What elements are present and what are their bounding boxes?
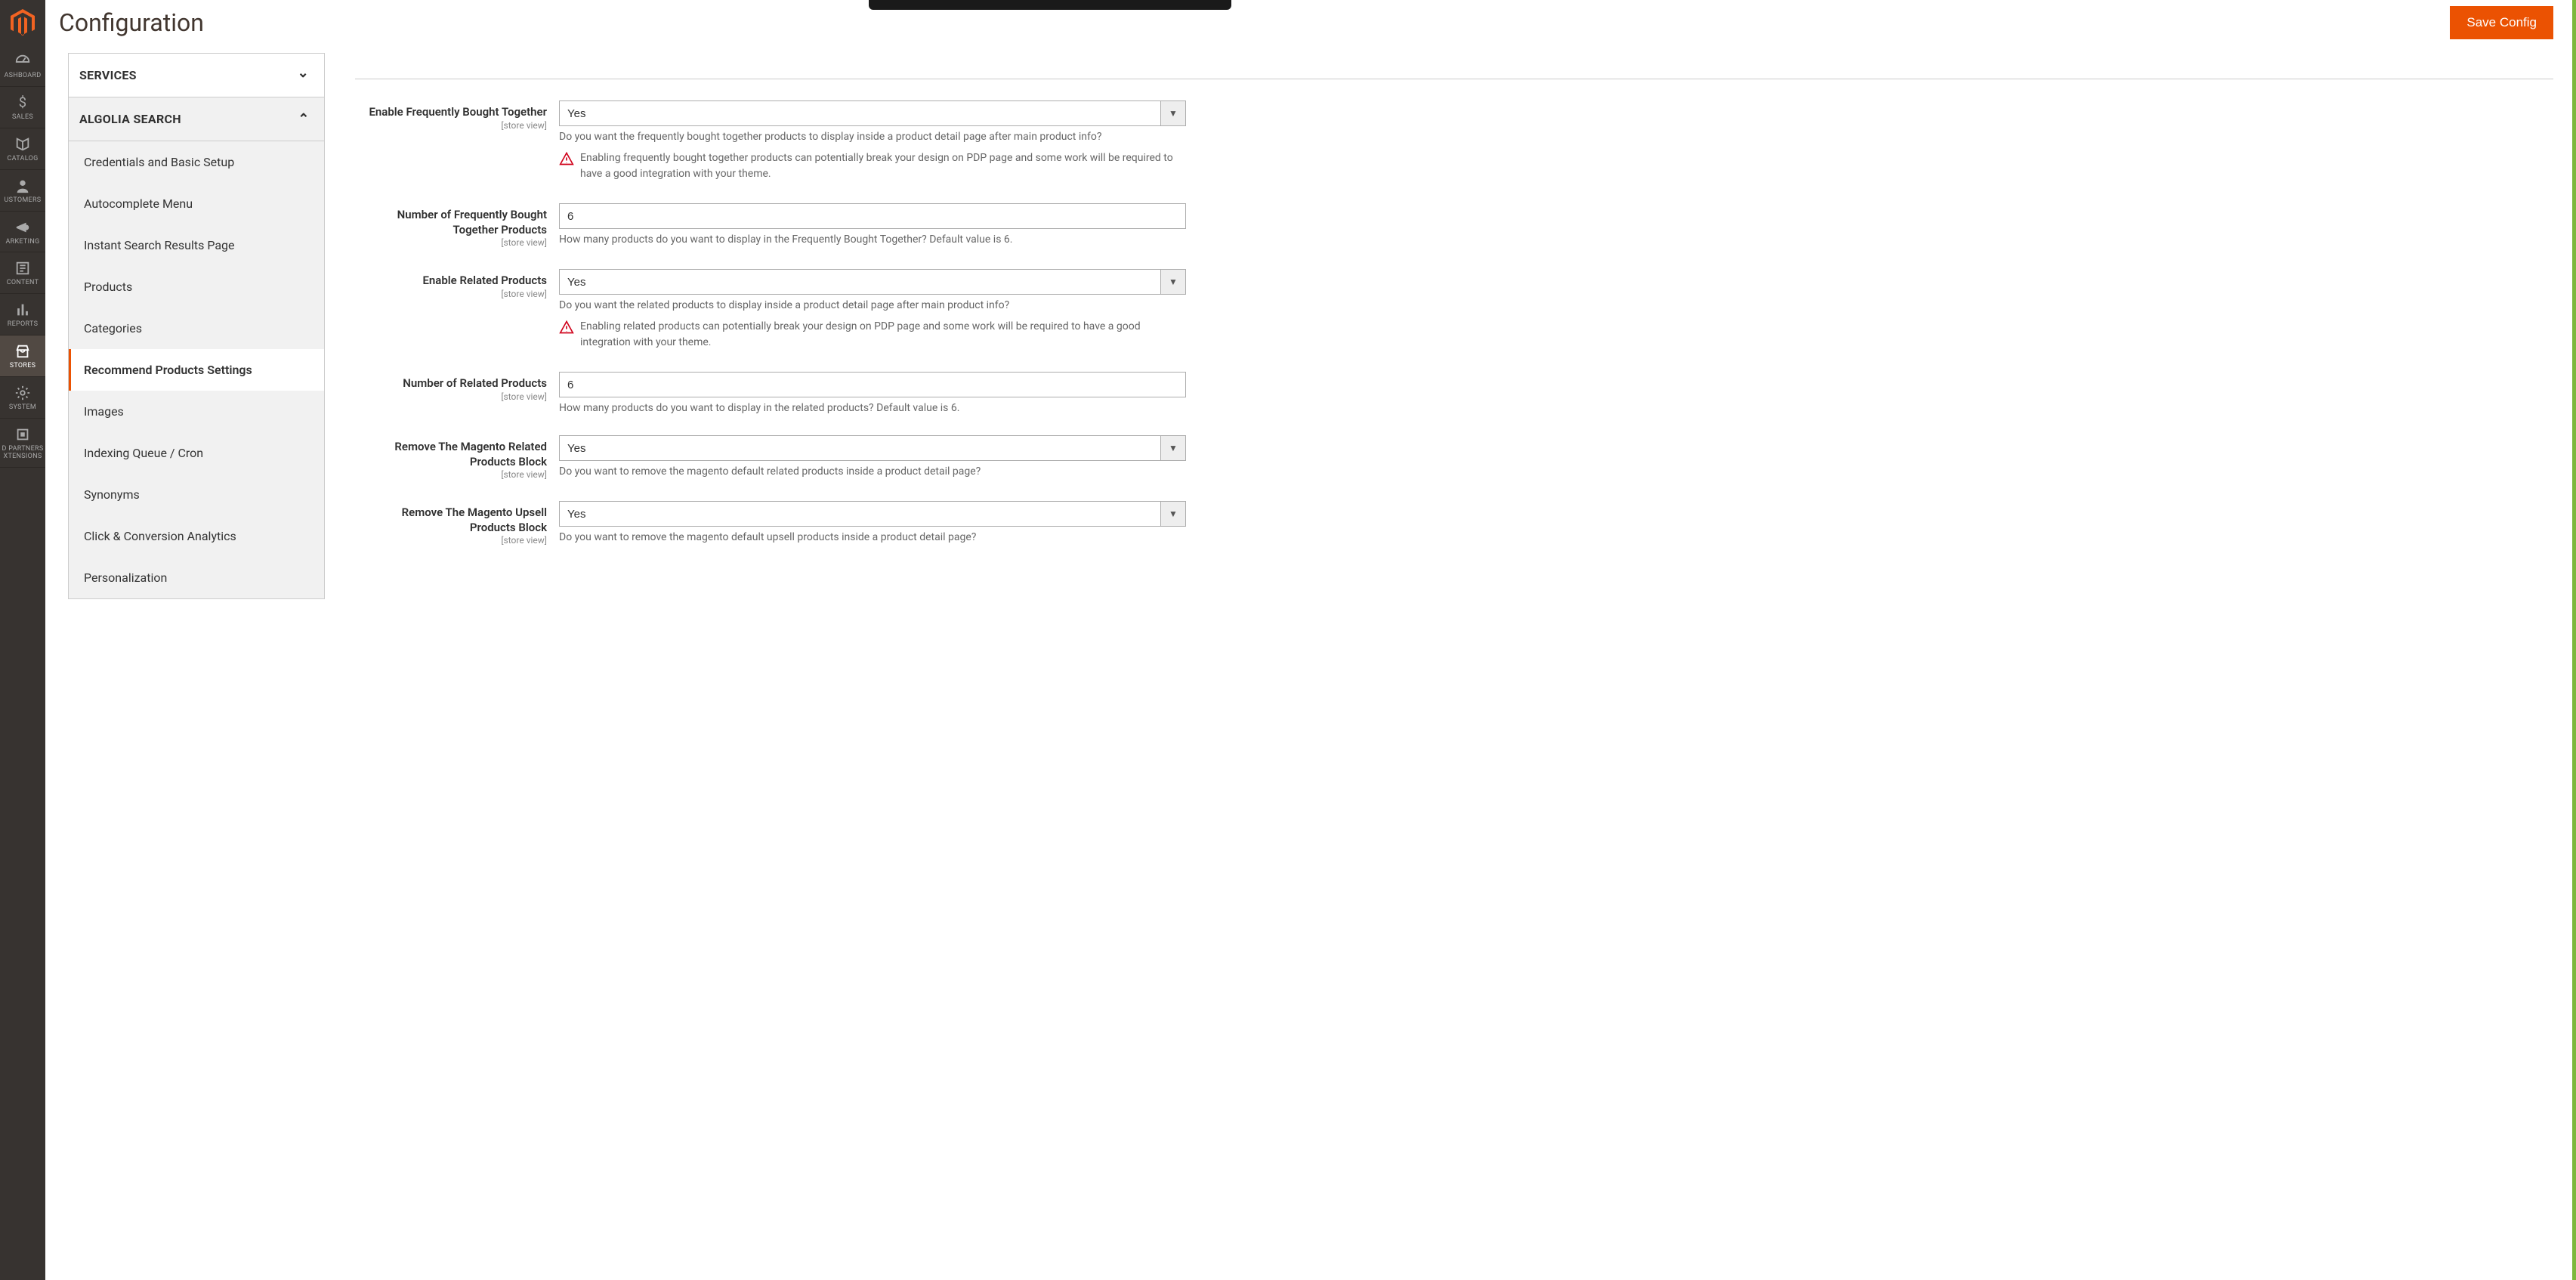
config-sidebar: SERVICES ALGOLIA SEARCH Credentials and … (45, 53, 325, 1280)
nav-label: SALES (12, 114, 33, 122)
section-algolia-body: Credentials and Basic SetupAutocomplete … (68, 141, 325, 599)
section-algolia-label: ALGOLIA SEARCH (79, 112, 181, 126)
nav-label: STORES (10, 363, 36, 370)
warning-triangle-icon (559, 320, 574, 335)
chevron-down-icon (298, 67, 309, 83)
nav-label: USTOMERS (5, 197, 42, 205)
help-num-related: How many products do you want to display… (559, 402, 1186, 414)
partners-icon (14, 426, 31, 443)
nav-dashboard[interactable]: ASHBOARD (0, 45, 45, 87)
input-num-related[interactable] (559, 372, 1186, 397)
sidebar-item-credentials-and-basic-setup[interactable]: Credentials and Basic Setup (69, 141, 324, 183)
nav-reports[interactable]: REPORTS (0, 294, 45, 335)
warning-triangle-icon (559, 151, 574, 166)
stores-icon (14, 343, 31, 360)
select-remove-upsell[interactable]: Yes (559, 501, 1160, 527)
magento-logo[interactable] (0, 0, 45, 45)
help-enable-fbt: Do you want the frequently bought togeth… (559, 131, 1186, 143)
sidebar-item-products[interactable]: Products (69, 266, 324, 308)
nav-label: SYSTEM (9, 404, 36, 412)
scope-num-fbt: [store view] (355, 237, 547, 248)
select-arrow-icon: ▼ (1160, 501, 1186, 527)
reports-icon (14, 301, 31, 318)
section-algolia[interactable]: ALGOLIA SEARCH (68, 97, 325, 141)
sales-icon: $ (14, 94, 31, 111)
sidebar-item-indexing-queue-cron[interactable]: Indexing Queue / Cron (69, 432, 324, 474)
label-enable-fbt: Enable Frequently Bought Together (355, 105, 547, 120)
help-enable-related: Do you want the related products to disp… (559, 299, 1186, 311)
dashboard-icon (14, 53, 31, 70)
page-header: Configuration Save Config (45, 0, 2576, 53)
system-icon (14, 385, 31, 401)
scope-remove-upsell: [store view] (355, 535, 547, 546)
sidebar-item-instant-search-results-page[interactable]: Instant Search Results Page (69, 224, 324, 266)
nav-label: ARKETING (5, 239, 39, 246)
nav-marketing[interactable]: ARKETING (0, 212, 45, 253)
catalog-icon (14, 136, 31, 153)
select-arrow-icon: ▼ (1160, 435, 1186, 461)
warning-enable-related: Enabling related products can potentiall… (559, 319, 1186, 351)
nav-content[interactable]: CONTENT (0, 252, 45, 294)
marketing-icon (14, 219, 31, 236)
help-num-fbt: How many products do you want to display… (559, 233, 1186, 246)
nav-partners[interactable]: D PARTNERS XTENSIONS (0, 419, 45, 468)
warning-text: Enabling frequently bought together prod… (580, 150, 1186, 182)
section-services[interactable]: SERVICES (68, 53, 325, 97)
sidebar-item-synonyms[interactable]: Synonyms (69, 474, 324, 515)
scope-enable-related: [store view] (355, 289, 547, 299)
label-num-fbt: Number of Frequently Bought Together Pro… (355, 208, 547, 237)
scope-enable-fbt: [store view] (355, 120, 547, 131)
video-overlay-strip (869, 0, 1231, 10)
label-enable-related: Enable Related Products (355, 274, 547, 289)
chevron-up-icon (298, 111, 309, 127)
nav-label: CONTENT (7, 280, 39, 287)
label-remove-related: Remove The Magento Related Products Bloc… (355, 440, 547, 469)
nav-stores[interactable]: STORES (0, 335, 45, 377)
page-title: Configuration (59, 8, 204, 37)
label-remove-upsell: Remove The Magento Upsell Products Block (355, 506, 547, 535)
select-arrow-icon: ▼ (1160, 100, 1186, 126)
label-num-related: Number of Related Products (355, 376, 547, 391)
save-config-button[interactable]: Save Config (2450, 6, 2553, 39)
nav-label: CATALOG (7, 156, 38, 163)
window-edge (2572, 0, 2576, 1280)
select-enable-fbt[interactable]: Yes (559, 100, 1160, 126)
help-remove-related: Do you want to remove the magento defaul… (559, 465, 1186, 478)
svg-text:$: $ (19, 94, 27, 110)
sidebar-item-images[interactable]: Images (69, 391, 324, 432)
nav-customers[interactable]: USTOMERS (0, 170, 45, 212)
nav-label: REPORTS (8, 321, 38, 329)
select-enable-related[interactable]: Yes (559, 269, 1160, 295)
sidebar-item-recommend-products-settings[interactable]: Recommend Products Settings (69, 349, 324, 391)
sidebar-item-autocomplete-menu[interactable]: Autocomplete Menu (69, 183, 324, 224)
scope-num-related: [store view] (355, 391, 547, 402)
nav-sales[interactable]: $ SALES (0, 87, 45, 128)
select-arrow-icon: ▼ (1160, 269, 1186, 295)
nav-catalog[interactable]: CATALOG (0, 128, 45, 170)
nav-label: ASHBOARD (4, 73, 41, 80)
select-remove-related[interactable]: Yes (559, 435, 1160, 461)
customers-icon (14, 178, 31, 194)
sidebar-item-personalization[interactable]: Personalization (69, 557, 324, 598)
scope-remove-related: [store view] (355, 469, 547, 480)
input-num-fbt[interactable] (559, 203, 1186, 229)
warning-enable-fbt: Enabling frequently bought together prod… (559, 150, 1186, 182)
nav-system[interactable]: SYSTEM (0, 377, 45, 419)
sidebar-item-click-conversion-analytics[interactable]: Click & Conversion Analytics (69, 515, 324, 557)
nav-label: D PARTNERS XTENSIONS (0, 446, 45, 461)
sidebar-item-categories[interactable]: Categories (69, 308, 324, 349)
admin-left-nav: ASHBOARD $ SALES CATALOG USTOMERS ARKETING CON… (0, 0, 45, 1280)
help-remove-upsell: Do you want to remove the magento defaul… (559, 531, 1186, 543)
content-icon (14, 260, 31, 277)
form-area: Enable Frequently Bought Together [store… (325, 53, 2576, 1280)
warning-text: Enabling related products can potentiall… (580, 319, 1186, 351)
section-services-label: SERVICES (79, 68, 137, 82)
